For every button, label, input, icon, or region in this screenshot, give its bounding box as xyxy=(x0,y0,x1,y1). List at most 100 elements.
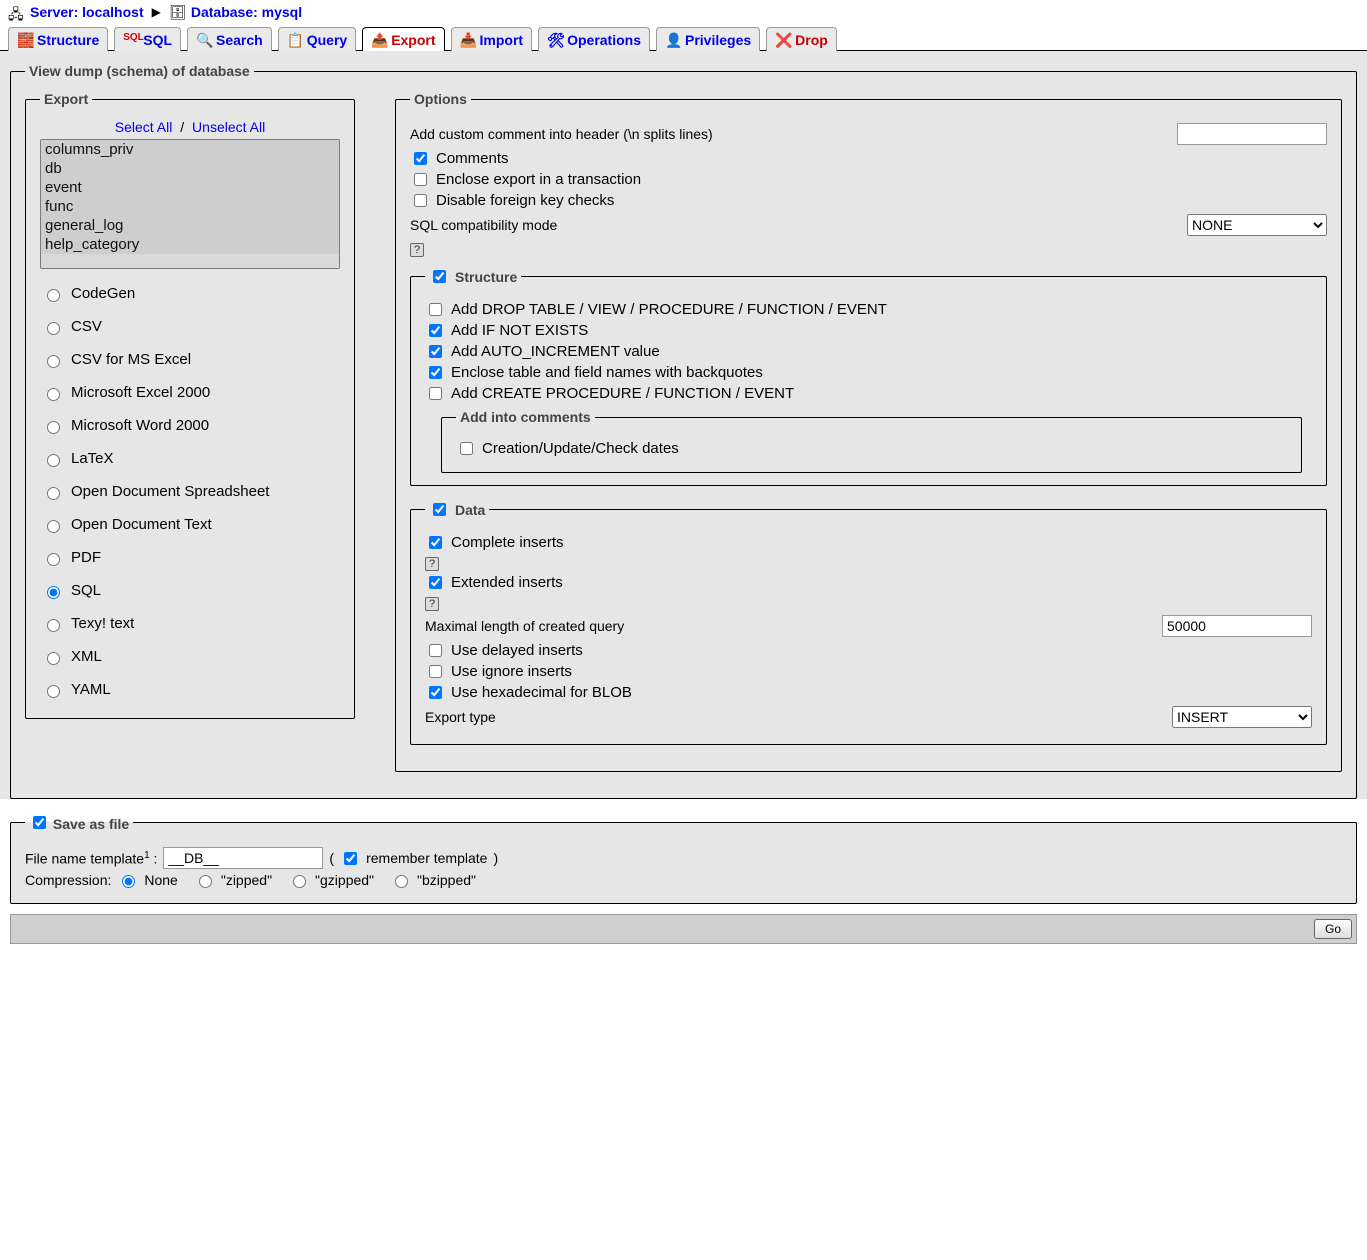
format-radio[interactable] xyxy=(47,586,60,599)
dates-checkbox[interactable] xyxy=(460,442,473,455)
format-radio[interactable] xyxy=(47,289,60,302)
format-option[interactable]: SQL xyxy=(40,574,340,607)
format-option[interactable]: Open Document Spreadsheet xyxy=(40,475,340,508)
fk-checkbox[interactable] xyxy=(414,194,427,207)
server-link[interactable]: Server: localhost xyxy=(30,4,144,20)
database-link[interactable]: Database: mysql xyxy=(191,4,302,20)
custom-comment-input[interactable] xyxy=(1177,123,1327,145)
ignore-inserts-checkbox[interactable] xyxy=(429,665,442,678)
create-proc-checkbox[interactable] xyxy=(429,387,442,400)
tab-operations[interactable]: 🛠 Operations xyxy=(538,27,650,51)
tab-structure[interactable]: 🧱 Structure xyxy=(8,27,108,51)
table-option[interactable]: columns_priv xyxy=(41,140,339,159)
format-option[interactable]: Open Document Text xyxy=(40,508,340,541)
comments-checkbox[interactable] xyxy=(414,152,427,165)
export-type-label: Export type xyxy=(425,709,496,725)
save-as-file-checkbox[interactable] xyxy=(33,816,46,829)
tables-select[interactable]: columns_privdbeventfuncgeneral_loghelp_c… xyxy=(40,139,340,269)
data-legend: Data xyxy=(425,500,489,519)
format-option[interactable]: YAML xyxy=(40,673,340,706)
comments-label[interactable]: Comments xyxy=(436,150,509,167)
format-option[interactable]: LaTeX xyxy=(40,442,340,475)
data-legend-checkbox[interactable] xyxy=(433,503,446,516)
compression-option-label[interactable]: "bzipped" xyxy=(417,872,476,888)
format-option[interactable]: Microsoft Word 2000 xyxy=(40,409,340,442)
format-option[interactable]: CodeGen xyxy=(40,277,340,310)
compat-select[interactable]: NONE xyxy=(1187,214,1327,236)
help-icon[interactable]: ? xyxy=(410,243,424,257)
format-radio[interactable] xyxy=(47,322,60,335)
format-radio[interactable] xyxy=(47,520,60,533)
backquotes-checkbox[interactable] xyxy=(429,366,442,379)
unselect-all-link[interactable]: Unselect All xyxy=(192,119,265,135)
format-radio[interactable] xyxy=(47,619,60,632)
tab-export[interactable]: 📤 Export xyxy=(362,27,444,51)
tab-drop[interactable]: ❌ Drop xyxy=(766,27,837,51)
select-all-link[interactable]: Select All xyxy=(115,119,173,135)
fk-label[interactable]: Disable foreign key checks xyxy=(436,192,614,209)
compression-radio[interactable] xyxy=(395,875,408,888)
save-as-file-legend: Save as file xyxy=(25,813,133,832)
compression-radio[interactable] xyxy=(293,875,306,888)
tab-import[interactable]: 📥 Import xyxy=(451,27,533,51)
tab-sql[interactable]: SQL SQL xyxy=(114,27,181,51)
format-radio-group: CodeGenCSVCSV for MS ExcelMicrosoft Exce… xyxy=(40,277,340,706)
autoinc-checkbox[interactable] xyxy=(429,345,442,358)
compression-option-label[interactable]: None xyxy=(144,872,177,888)
table-option[interactable]: db xyxy=(41,159,339,178)
tab-privileges[interactable]: 👤 Privileges xyxy=(656,27,760,51)
complete-inserts-checkbox[interactable] xyxy=(429,536,442,549)
format-option[interactable]: Microsoft Excel 2000 xyxy=(40,376,340,409)
format-option[interactable]: XML xyxy=(40,640,340,673)
help-icon[interactable]: ? xyxy=(425,597,439,611)
format-radio[interactable] xyxy=(47,487,60,500)
format-radio[interactable] xyxy=(47,421,60,434)
export-fieldset: Export Select All / Unselect All columns… xyxy=(25,91,355,719)
compression-option-label[interactable]: "zipped" xyxy=(221,872,272,888)
filename-template-label: File name template1 : xyxy=(25,850,157,867)
view-dump-legend: View dump (schema) of database xyxy=(25,63,254,79)
go-button[interactable]: Go xyxy=(1314,919,1352,939)
add-into-comments-fieldset: Add into comments Creation/Update/Check … xyxy=(441,409,1302,473)
table-option[interactable]: general_log xyxy=(41,216,339,235)
tab-search[interactable]: 🔍 Search xyxy=(187,27,272,51)
format-option[interactable]: CSV xyxy=(40,310,340,343)
format-radio[interactable] xyxy=(47,388,60,401)
format-radio[interactable] xyxy=(47,652,60,665)
format-radio[interactable] xyxy=(47,685,60,698)
filename-template-input[interactable] xyxy=(163,847,323,869)
tab-query[interactable]: 📋 Query xyxy=(278,27,356,51)
compression-radio[interactable] xyxy=(122,875,135,888)
structure-legend-checkbox[interactable] xyxy=(433,270,446,283)
transaction-label[interactable]: Enclose export in a transaction xyxy=(436,171,641,188)
compression-radio[interactable] xyxy=(199,875,212,888)
hex-blob-checkbox[interactable] xyxy=(429,686,442,699)
format-option[interactable]: CSV for MS Excel xyxy=(40,343,340,376)
maxlen-input[interactable] xyxy=(1162,615,1312,637)
help-icon[interactable]: ? xyxy=(425,557,439,571)
table-option[interactable]: event xyxy=(41,178,339,197)
export-icon: 📤 xyxy=(371,32,387,48)
sql-icon: SQL xyxy=(123,32,139,48)
format-option[interactable]: PDF xyxy=(40,541,340,574)
extended-inserts-checkbox[interactable] xyxy=(429,576,442,589)
compression-option-label[interactable]: "gzipped" xyxy=(315,872,374,888)
format-radio[interactable] xyxy=(47,355,60,368)
table-option[interactable]: func xyxy=(41,197,339,216)
add-into-comments-legend: Add into comments xyxy=(456,409,595,425)
custom-comment-label: Add custom comment into header (\n split… xyxy=(410,126,713,142)
if-not-exists-checkbox[interactable] xyxy=(429,324,442,337)
server-icon xyxy=(8,4,24,20)
drop-table-checkbox[interactable] xyxy=(429,303,442,316)
format-radio[interactable] xyxy=(47,454,60,467)
delayed-inserts-checkbox[interactable] xyxy=(429,644,442,657)
structure-fieldset: Structure Add DROP TABLE / VIEW / PROCED… xyxy=(410,267,1327,486)
transaction-checkbox[interactable] xyxy=(414,173,427,186)
table-option[interactable]: help_category xyxy=(41,235,339,254)
import-icon: 📥 xyxy=(460,32,476,48)
search-icon: 🔍 xyxy=(196,32,212,48)
remember-template-checkbox[interactable] xyxy=(344,852,357,865)
format-option[interactable]: Texy! text xyxy=(40,607,340,640)
export-type-select[interactable]: INSERT xyxy=(1172,706,1312,728)
format-radio[interactable] xyxy=(47,553,60,566)
